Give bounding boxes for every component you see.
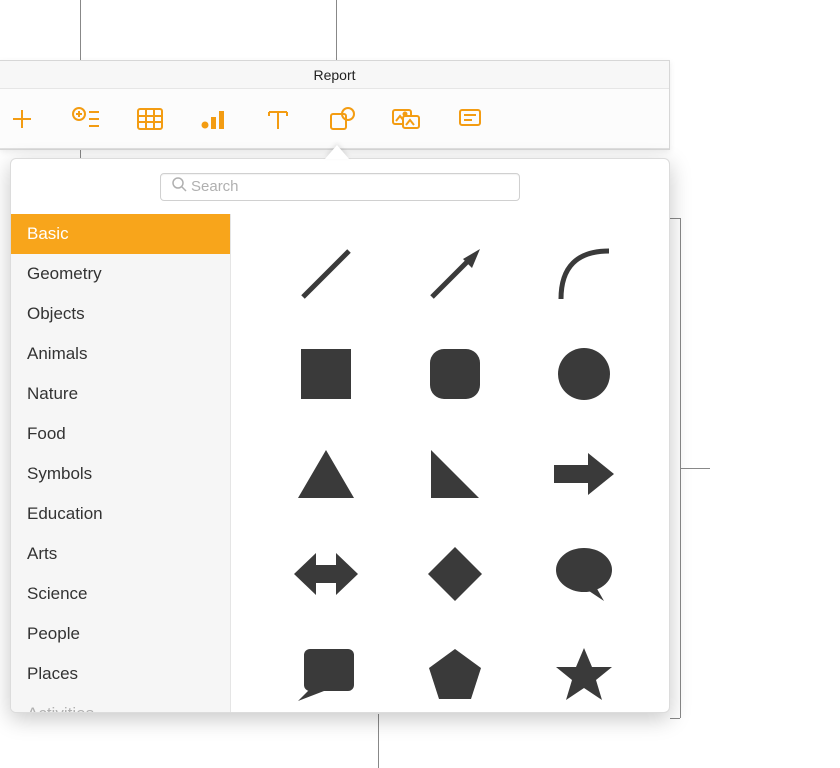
table-button[interactable] <box>132 101 168 137</box>
shape-pentagon[interactable] <box>390 624 519 712</box>
callout-line <box>670 218 680 219</box>
sidebar-item-people[interactable]: People <box>11 614 230 654</box>
callout-line <box>680 468 710 469</box>
shape-triangle[interactable] <box>261 424 390 524</box>
toolbar <box>0 89 669 149</box>
shapes-popover: Basic Geometry Objects Animals Nature Fo… <box>10 158 670 713</box>
document-window: Report <box>0 60 670 150</box>
search-wrap <box>11 159 669 214</box>
shape-line[interactable] <box>261 224 390 324</box>
comment-icon <box>457 107 483 131</box>
table-icon <box>136 107 164 131</box>
popover-arrow <box>325 145 349 159</box>
chart-button[interactable] <box>196 101 232 137</box>
shape-speech-bubble[interactable] <box>520 524 649 624</box>
callout-line <box>378 714 379 768</box>
shape-left-right-arrow[interactable] <box>261 524 390 624</box>
sidebar-item-arts[interactable]: Arts <box>11 534 230 574</box>
add-section-button[interactable] <box>68 101 104 137</box>
sidebar-item-objects[interactable]: Objects <box>11 294 230 334</box>
shape-square[interactable] <box>261 324 390 424</box>
callout-line <box>670 718 680 719</box>
shapes-grid <box>231 214 669 712</box>
media-button[interactable] <box>388 101 424 137</box>
window-title: Report <box>0 61 669 89</box>
shape-right-triangle[interactable] <box>390 424 519 524</box>
search-input[interactable] <box>160 173 520 201</box>
sidebar-item-education[interactable]: Education <box>11 494 230 534</box>
sidebar-item-animals[interactable]: Animals <box>11 334 230 374</box>
text-button[interactable] <box>260 101 296 137</box>
sidebar-item-symbols[interactable]: Symbols <box>11 454 230 494</box>
shape-circle[interactable] <box>520 324 649 424</box>
shape-star[interactable] <box>520 624 649 712</box>
comment-button[interactable] <box>452 101 488 137</box>
chart-icon <box>200 107 228 131</box>
shape-arrow-line[interactable] <box>390 224 519 324</box>
sidebar-item-places[interactable]: Places <box>11 654 230 694</box>
shape-rounded-square[interactable] <box>390 324 519 424</box>
text-icon <box>265 107 291 131</box>
shape-button[interactable] <box>324 101 360 137</box>
insert-button[interactable] <box>4 101 40 137</box>
shape-callout-square[interactable] <box>261 624 390 712</box>
sidebar-item-activities[interactable]: Activities <box>11 694 230 712</box>
sidebar-item-food[interactable]: Food <box>11 414 230 454</box>
sidebar-item-basic[interactable]: Basic <box>11 214 230 254</box>
shape-diamond[interactable] <box>390 524 519 624</box>
sidebar-item-nature[interactable]: Nature <box>11 374 230 414</box>
shape-icon <box>328 106 356 132</box>
plus-list-icon <box>71 106 101 132</box>
shape-right-arrow[interactable] <box>520 424 649 524</box>
plus-icon <box>9 106 35 132</box>
sidebar-item-science[interactable]: Science <box>11 574 230 614</box>
media-icon <box>391 107 421 131</box>
shape-curve[interactable] <box>520 224 649 324</box>
category-sidebar: Basic Geometry Objects Animals Nature Fo… <box>11 214 231 712</box>
sidebar-item-geometry[interactable]: Geometry <box>11 254 230 294</box>
